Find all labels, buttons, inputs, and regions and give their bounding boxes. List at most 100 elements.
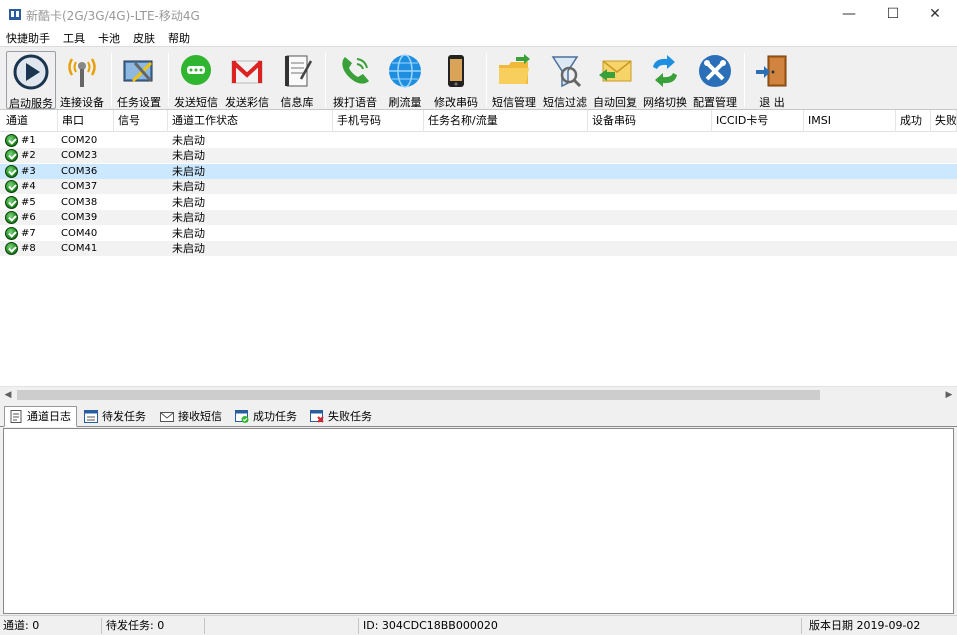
column-header-port[interactable]: 串口 xyxy=(58,110,114,132)
exit-button[interactable]: 退 出 xyxy=(748,51,796,109)
tab-pending-tasks[interactable]: 待发任务 xyxy=(79,406,153,427)
task-settings-button[interactable]: 任务设置 xyxy=(114,51,164,109)
minimize-button[interactable]: — xyxy=(827,0,871,28)
port-cell: COM38 xyxy=(61,197,98,208)
start-service-label: 启动服务 xyxy=(9,97,53,110)
refresh-traffic-label: 刷流量 xyxy=(388,96,422,109)
notebook-icon xyxy=(285,55,313,87)
channel-ok-icon xyxy=(5,165,18,178)
table-row[interactable]: #2 COM23 未启动 xyxy=(0,148,957,163)
inbox-mail-icon xyxy=(160,412,174,422)
tab-label: 待发任务 xyxy=(102,410,146,423)
column-header-channel[interactable]: 通道 xyxy=(2,110,58,132)
log-icon xyxy=(10,410,22,423)
scrollbar-thumb[interactable] xyxy=(17,390,820,400)
table-row-selected[interactable]: #3 COM36 未启动 xyxy=(0,164,957,179)
sms-management-button[interactable]: 短信管理 xyxy=(489,51,539,109)
modify-imei-button[interactable]: 修改串码 xyxy=(430,51,482,109)
pending-task-icon xyxy=(84,410,98,423)
config-management-button[interactable]: 配置管理 xyxy=(691,51,739,109)
maximize-button[interactable]: ☐ xyxy=(871,0,915,28)
tab-failed-tasks[interactable]: 失败任务 xyxy=(305,406,378,427)
table-row[interactable]: #8 COM41 未启动 xyxy=(0,241,957,256)
voice-call-label: 拨打语音 xyxy=(333,96,377,109)
auto-reply-label: 自动回复 xyxy=(593,96,637,109)
connect-device-button[interactable]: 连接设备 xyxy=(57,51,107,109)
channel-cell: #5 xyxy=(21,197,36,208)
voice-call-button[interactable]: 拨打语音 xyxy=(329,51,381,109)
port-cell: COM39 xyxy=(61,212,98,223)
tab-received-sms[interactable]: 接收短信 xyxy=(155,406,228,427)
toolbar-separator xyxy=(168,53,169,107)
tab-label: 接收短信 xyxy=(178,410,222,423)
channel-cell: #1 xyxy=(21,135,36,146)
port-cell: COM36 xyxy=(61,166,98,177)
send-mms-label: 发送彩信 xyxy=(225,96,269,109)
column-header-iccid[interactable]: ICCID卡号 xyxy=(712,110,804,132)
network-switch-button[interactable]: 网络切换 xyxy=(640,51,690,109)
bottom-tabs: 通道日志 待发任务 接收短信 成功任务 失败任务 xyxy=(0,405,957,427)
channel-ok-icon xyxy=(5,149,18,162)
status-bar: 通道: 0 待发任务: 0 ID: 304CDC18BB000020 版本日期 … xyxy=(0,615,957,635)
scroll-right-icon[interactable]: ▶ xyxy=(941,387,957,403)
tab-channel-log[interactable]: 通道日志 xyxy=(4,406,77,427)
column-header-success[interactable]: 成功 xyxy=(896,110,931,132)
exit-label: 退 出 xyxy=(759,96,785,109)
menu-card-pool[interactable]: 卡池 xyxy=(98,30,120,46)
sms-bubble-icon xyxy=(181,55,211,85)
mms-mail-icon xyxy=(231,60,263,84)
success-task-icon xyxy=(235,410,249,423)
switch-arrows-icon xyxy=(653,55,677,87)
menu-skin[interactable]: 皮肤 xyxy=(133,30,155,46)
task-settings-icon xyxy=(123,60,153,83)
tab-success-tasks[interactable]: 成功任务 xyxy=(230,406,303,427)
toolbar-separator xyxy=(111,53,112,107)
column-header-imei[interactable]: 设备串码 xyxy=(588,110,712,132)
channel-log-panel[interactable] xyxy=(3,428,954,614)
column-header-task-name[interactable]: 任务名称/流量 xyxy=(424,110,588,132)
channel-ok-icon xyxy=(5,211,18,224)
menu-tools[interactable]: 工具 xyxy=(63,30,85,46)
refresh-traffic-button[interactable]: 刷流量 xyxy=(382,51,428,109)
status-device-id: ID: 304CDC18BB000020 xyxy=(360,618,802,634)
column-header-imsi[interactable]: IMSI xyxy=(804,110,896,132)
globe-icon xyxy=(389,54,421,88)
menu-help[interactable]: 帮助 xyxy=(168,30,190,46)
table-row[interactable]: #6 COM39 未启动 xyxy=(0,210,957,225)
table-row[interactable]: #5 COM38 未启动 xyxy=(0,195,957,210)
column-header-phone[interactable]: 手机号码 xyxy=(333,110,424,132)
status-cell: 未启动 xyxy=(172,165,205,178)
port-cell: COM23 xyxy=(61,150,98,161)
status-cell: 未启动 xyxy=(172,134,205,147)
column-header-signal[interactable]: 信号 xyxy=(114,110,168,132)
toolbar-separator xyxy=(325,53,326,107)
auto-reply-button[interactable]: 自动回复 xyxy=(591,51,639,109)
sms-filter-button[interactable]: 短信过滤 xyxy=(540,51,590,109)
channel-cell: #2 xyxy=(21,150,36,161)
port-cell: COM40 xyxy=(61,228,98,239)
channel-grid: 通道 串口 信号 通道工作状态 手机号码 任务名称/流量 设备串码 ICCID卡… xyxy=(0,110,957,402)
table-row[interactable]: #1 COM20 未启动 xyxy=(0,133,957,148)
table-row[interactable]: #4 COM37 未启动 xyxy=(0,179,957,194)
send-mms-button[interactable]: 发送彩信 xyxy=(222,51,272,109)
title-bar: 新酷卡(2G/3G/4G)-LTE-移动4G — ☐ ✕ xyxy=(0,0,957,28)
folder-icon xyxy=(499,54,530,84)
sms-filter-label: 短信过滤 xyxy=(543,96,587,109)
menu-quick-assistant[interactable]: 快捷助手 xyxy=(6,30,50,46)
send-sms-button[interactable]: 发送短信 xyxy=(171,51,221,109)
column-header-failure[interactable]: 失败 xyxy=(931,110,957,132)
table-row[interactable]: #7 COM40 未启动 xyxy=(0,226,957,241)
close-button[interactable]: ✕ xyxy=(913,0,957,28)
connect-device-label: 连接设备 xyxy=(60,96,104,109)
channel-cell: #3 xyxy=(21,166,36,177)
tools-icon xyxy=(699,55,731,87)
toolbar-separator xyxy=(744,53,745,107)
horizontal-scrollbar[interactable]: ◀ ▶ xyxy=(0,386,957,402)
column-header-status[interactable]: 通道工作状态 xyxy=(168,110,333,132)
start-service-button[interactable]: 启动服务 xyxy=(6,51,56,110)
scroll-left-icon[interactable]: ◀ xyxy=(0,387,16,403)
channel-ok-icon xyxy=(5,134,18,147)
task-settings-label: 任务设置 xyxy=(117,96,161,109)
info-library-button[interactable]: 信息库 xyxy=(273,51,321,109)
mobile-phone-icon xyxy=(448,55,464,87)
